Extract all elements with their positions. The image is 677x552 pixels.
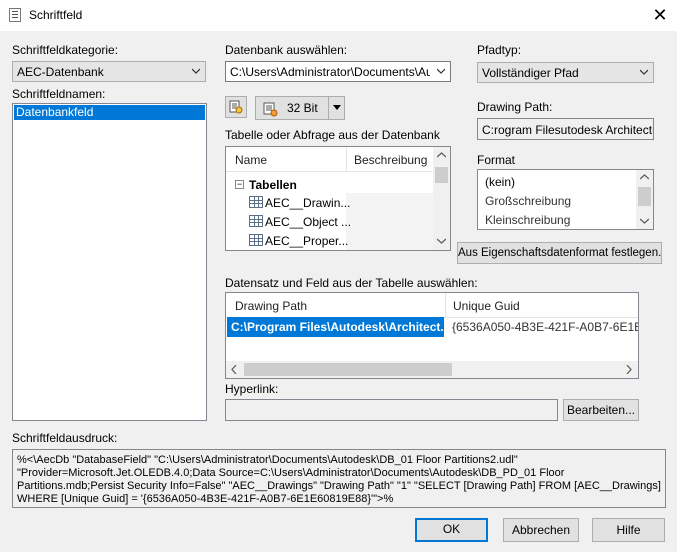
split-divider <box>328 97 329 119</box>
cancel-button[interactable]: Abbrechen <box>503 518 579 542</box>
database-value: C:\Users\Administrator\Documents\Autod <box>230 65 430 79</box>
chevron-down-icon <box>640 69 648 75</box>
grid-row[interactable]: C:\Program Files\Autodesk\Architect... {… <box>226 317 638 337</box>
tree-header: Name Beschreibung <box>226 147 433 172</box>
scroll-thumb[interactable] <box>244 363 452 376</box>
caret-down-icon <box>333 105 341 110</box>
bitness-dropdown[interactable]: 32 Bit <box>255 96 345 120</box>
column-divider <box>445 293 446 317</box>
group-label: Tabellen <box>249 178 297 192</box>
scroll-thumb[interactable] <box>638 187 651 206</box>
format-scrollbar[interactable] <box>636 170 653 229</box>
table-query-tree[interactable]: Name Beschreibung − Tabellen AEC__Drawin… <box>225 146 451 251</box>
scroll-down-icon[interactable] <box>640 218 649 224</box>
description-cell <box>346 231 433 250</box>
column-header-description[interactable]: Beschreibung <box>354 153 427 167</box>
dialog-icon <box>9 8 21 22</box>
expression-text: %<\AecDb "DatabaseField" "C:\Users\Admin… <box>17 454 661 505</box>
scroll-up-icon[interactable] <box>437 152 446 158</box>
database-browse-icon <box>229 100 243 114</box>
table-query-label: Tabelle oder Abfrage aus der Datenbank <box>225 128 440 142</box>
drawing-path-label: Drawing Path: <box>477 100 553 114</box>
database-select[interactable]: C:\Users\Administrator\Documents\Autod <box>225 61 451 82</box>
description-cell <box>346 212 433 231</box>
tree-item-label: AEC__Object ... <box>265 215 352 229</box>
tree-item-label: AEC__Proper... <box>265 234 349 248</box>
tree-vertical-scrollbar[interactable] <box>433 147 450 250</box>
expression-box[interactable]: %<\AecDb "DatabaseField" "C:\Users\Admin… <box>12 449 666 508</box>
grid-header: Drawing Path Unique Guid <box>226 293 638 318</box>
set-format-button[interactable]: Aus Eigenschaftsdatenformat festlegen... <box>457 242 662 264</box>
title-bar <box>0 0 677 31</box>
format-label: Format <box>477 153 516 167</box>
tree-item[interactable]: AEC__Drawin... <box>226 193 433 212</box>
names-label: Schriftfeldnamen: <box>12 87 106 101</box>
format-list[interactable]: (kein) Großschreibung Kleinschreibung <box>477 169 654 230</box>
chevron-down-icon <box>437 68 445 74</box>
category-value: AEC-Datenbank <box>17 65 104 79</box>
scroll-right-icon[interactable] <box>626 365 632 374</box>
bitness-label: 32 Bit <box>287 101 318 115</box>
drawing-path-field[interactable]: C:rogram Filesutodesk Architectura <box>477 118 654 140</box>
cell-unique-guid[interactable]: {6536A050-4B3E-421F-A0B7-6E1E60 <box>452 320 638 334</box>
tree-item[interactable]: AEC__Proper... <box>226 231 433 250</box>
table-icon <box>249 234 263 246</box>
column-header-unique-guid[interactable]: Unique Guid <box>453 299 520 313</box>
record-field-grid[interactable]: Drawing Path Unique Guid C:\Program File… <box>225 292 639 379</box>
grid-horizontal-scrollbar[interactable] <box>226 361 638 378</box>
table-icon <box>249 215 263 227</box>
column-divider <box>346 147 347 171</box>
drawing-path-value: C:rogram Filesutodesk Architectura <box>482 123 654 137</box>
column-header-name[interactable]: Name <box>235 153 267 167</box>
edit-hyperlink-button[interactable]: Bearbeiten... <box>563 399 639 421</box>
column-header-drawing-path[interactable]: Drawing Path <box>235 299 307 313</box>
bitness-icon <box>263 102 278 117</box>
table-icon <box>249 196 263 208</box>
scroll-thumb[interactable] <box>435 167 448 183</box>
collapse-toggle[interactable]: − <box>235 180 244 189</box>
ok-button[interactable]: OK <box>415 518 488 542</box>
description-cell <box>346 193 433 212</box>
path-type-select[interactable]: Vollständiger Pfad <box>477 62 654 83</box>
tree-item[interactable]: AEC__Object ... <box>226 212 433 231</box>
names-list-item[interactable]: Datenbankfeld <box>14 105 205 120</box>
help-button[interactable]: Hilfe <box>592 518 665 542</box>
close-button[interactable]: ✕ <box>648 4 672 26</box>
database-label: Datenbank auswählen: <box>225 43 348 57</box>
category-label: Schriftfeldkategorie: <box>12 43 119 57</box>
browse-database-button[interactable] <box>225 96 247 118</box>
hyperlink-label: Hyperlink: <box>225 382 279 396</box>
chevron-down-icon <box>192 68 200 74</box>
record-field-label: Datensatz und Feld aus der Tabelle auswä… <box>225 276 478 290</box>
tree-body: − Tabellen AEC__Drawin... AEC__Object ..… <box>226 174 433 250</box>
format-item-uppercase[interactable]: Großschreibung <box>485 194 571 208</box>
expression-label: Schriftfeldausdruck: <box>12 431 118 445</box>
hyperlink-field[interactable] <box>225 399 558 421</box>
format-item-none[interactable]: (kein) <box>485 175 515 189</box>
category-select[interactable]: AEC-Datenbank <box>12 61 206 82</box>
cell-drawing-path[interactable]: C:\Program Files\Autodesk\Architect... <box>227 317 444 337</box>
names-list[interactable]: Datenbankfeld <box>12 103 207 421</box>
scroll-left-icon[interactable] <box>231 365 237 374</box>
scroll-down-icon[interactable] <box>437 238 446 244</box>
tree-item-label: AEC__Drawin... <box>265 196 351 210</box>
path-type-label: Pfadtyp: <box>477 43 522 57</box>
path-type-value: Vollständiger Pfad <box>482 66 579 80</box>
window-title: Schriftfeld <box>29 8 83 22</box>
format-item-lowercase[interactable]: Kleinschreibung <box>485 213 570 227</box>
scroll-up-icon[interactable] <box>640 174 649 180</box>
